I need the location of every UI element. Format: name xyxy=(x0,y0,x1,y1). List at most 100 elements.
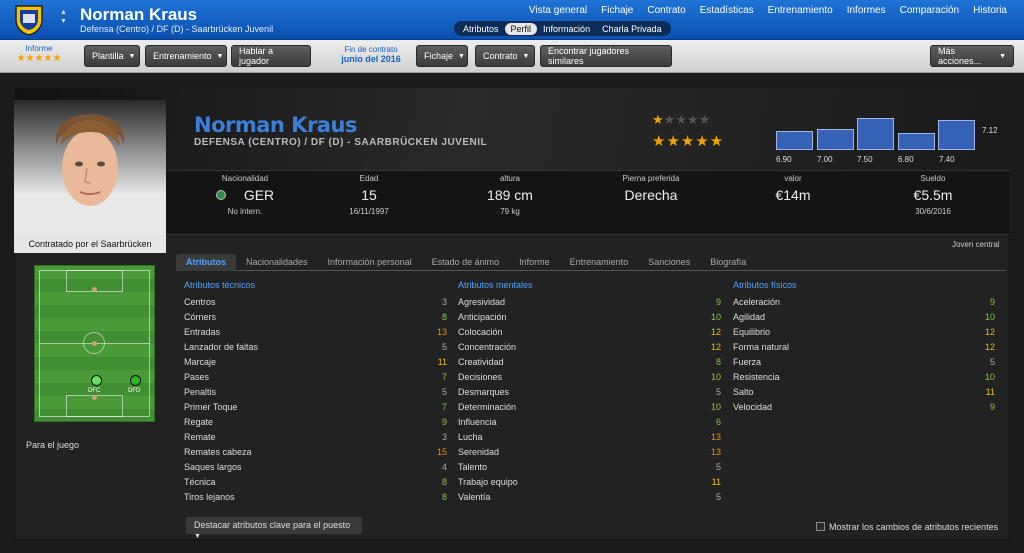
fichaje-button[interactable]: Fichaje ▼ xyxy=(416,45,468,67)
attribute-name: Trabajo equipo xyxy=(458,477,518,487)
attribute-row[interactable]: Influencia 6 xyxy=(458,415,721,430)
highlight-key-attributes-button[interactable]: Destacar atributos clave para el puesto … xyxy=(186,517,362,540)
attribute-value: 8 xyxy=(441,492,447,502)
entrenamiento-label: Entrenamiento xyxy=(153,51,212,61)
show-recent-changes-toggle[interactable]: Mostrar los cambios de atributos recient… xyxy=(816,522,998,532)
attribute-name: Técnica xyxy=(184,477,216,487)
attribute-row[interactable]: Anticipación 10 xyxy=(458,310,721,325)
attribute-value: 15 xyxy=(436,447,447,457)
attribute-row[interactable]: Lucha 13 xyxy=(458,430,721,445)
attribute-value: 3 xyxy=(441,432,447,442)
chevron-down-icon[interactable]: ▼ xyxy=(60,17,67,26)
attribute-row[interactable]: Lanzador de faltas 5 xyxy=(184,340,447,355)
tab-informacion-personal[interactable]: Información personal xyxy=(318,254,422,271)
attribute-row[interactable]: Regate 9 xyxy=(184,415,447,430)
encontrar-similares-button[interactable]: Encontrar jugadores similares xyxy=(540,45,672,67)
attribute-value: 11 xyxy=(711,477,721,487)
tab-nacionalidades[interactable]: Nacionalidades xyxy=(236,254,318,271)
nav-contrato[interactable]: Contrato xyxy=(640,5,692,16)
attribute-row[interactable]: Talento 5 xyxy=(458,460,721,475)
position-pitch: DFC DFD xyxy=(34,265,155,422)
attribute-value: 5 xyxy=(715,387,721,397)
nav-estadisticas[interactable]: Estadísticas xyxy=(693,5,761,16)
nav-comparacion[interactable]: Comparación xyxy=(893,5,966,16)
attribute-name: Fuerza xyxy=(733,357,762,367)
attribute-row[interactable]: Entradas 13 xyxy=(184,325,447,340)
subtab-perfil[interactable]: Perfil xyxy=(504,22,538,35)
attribute-row[interactable]: Agresividad 9 xyxy=(458,295,721,310)
entrenamiento-button[interactable]: Entrenamiento ▼ xyxy=(145,45,227,67)
nationality-value: GER xyxy=(210,187,280,203)
attribute-row[interactable]: Decisiones 10 xyxy=(458,370,721,385)
subtab-atributos[interactable]: Atributos xyxy=(457,23,505,35)
nav-informes[interactable]: Informes xyxy=(840,5,893,16)
nav-fichaje[interactable]: Fichaje xyxy=(594,5,640,16)
attribute-row[interactable]: Colocación 12 xyxy=(458,325,721,340)
attribute-row[interactable]: Remate 3 xyxy=(184,430,447,445)
attribute-row[interactable]: Remates cabeza 15 xyxy=(184,445,447,460)
attribute-row[interactable]: Fuerza 5 xyxy=(733,355,995,370)
attribute-row[interactable]: Tiros lejanos 8 xyxy=(184,490,447,505)
attribute-row[interactable]: Saques largos 4 xyxy=(184,460,447,475)
position-marker-dfc[interactable] xyxy=(91,375,102,386)
nationality-label: Nacionalidad xyxy=(221,174,269,183)
nav-historia[interactable]: Historia xyxy=(966,5,1014,16)
attribute-row[interactable]: Primer Toque 7 xyxy=(184,400,447,415)
attribute-row[interactable]: Desmarques 5 xyxy=(458,385,721,400)
nav-vista-general[interactable]: Vista general xyxy=(522,5,594,16)
position-label-dfd: DFD xyxy=(128,388,141,394)
subtab-charla-privada[interactable]: Charla Privada xyxy=(596,23,668,35)
attribute-row[interactable]: Valentía 5 xyxy=(458,490,721,505)
informe-widget[interactable]: Informe ★★★★★ xyxy=(8,44,70,64)
subtab-informacion[interactable]: Información xyxy=(537,23,596,35)
chevron-up-icon[interactable]: ▲ xyxy=(60,8,67,17)
attribute-row[interactable]: Córners 8 xyxy=(184,310,447,325)
attribute-row[interactable]: Pases 7 xyxy=(184,370,447,385)
attribute-name: Aceleración xyxy=(733,297,781,307)
tab-biografia[interactable]: Biografía xyxy=(700,254,756,271)
attribute-name: Colocación xyxy=(458,327,503,337)
contrato-button[interactable]: Contrato ▼ xyxy=(475,45,535,67)
nav-entrenamiento[interactable]: Entrenamiento xyxy=(761,5,840,16)
title-bar: ▲ ▼ Norman Kraus Defensa (Centro) / DF (D… xyxy=(0,0,1024,40)
attribute-row[interactable]: Penaltis 5 xyxy=(184,385,447,400)
attribute-row[interactable]: Marcaje 11 xyxy=(184,355,447,370)
rating-label: 6.80 xyxy=(898,155,914,164)
position-marker-dfd[interactable] xyxy=(130,375,141,386)
attribute-row[interactable]: Agilidad 10 xyxy=(733,310,995,325)
attribute-row[interactable]: Forma natural 12 xyxy=(733,340,995,355)
attribute-value: 10 xyxy=(710,372,721,382)
caret-down-icon: ▼ xyxy=(458,52,465,60)
navigation-arrows[interactable]: ▲ ▼ xyxy=(60,8,67,26)
attribute-row[interactable]: Aceleración 9 xyxy=(733,295,995,310)
attribute-row[interactable]: Serenidad 13 xyxy=(458,445,721,460)
attribute-row[interactable]: Técnica 8 xyxy=(184,475,447,490)
wage-label: Sueldo xyxy=(920,174,946,183)
attribute-row[interactable]: Centros 3 xyxy=(184,295,447,310)
tab-informe[interactable]: Informe xyxy=(509,254,560,271)
tab-sanciones[interactable]: Sanciones xyxy=(638,254,700,271)
attribute-row[interactable]: Determinación 10 xyxy=(458,400,721,415)
mas-acciones-button[interactable]: Más acciones... ▼ xyxy=(930,45,1014,67)
attribute-row[interactable]: Trabajo equipo 11 xyxy=(458,475,721,490)
checkbox[interactable] xyxy=(816,522,825,531)
stat-preferred-foot: Pierna preferida Derecha xyxy=(610,174,692,203)
toolbar: Informe ★★★★★ Plantilla ▼ Entrenamiento ▼ … xyxy=(0,40,1024,73)
attribute-name: Decisiones xyxy=(458,372,503,382)
tab-entrenamiento[interactable]: Entrenamiento xyxy=(560,254,639,271)
tab-atributos[interactable]: Atributos xyxy=(176,254,236,271)
player-position: DEFENSA (CENTRO) / DF (D) - SAARBRÜCKEN … xyxy=(194,137,488,148)
attribute-row[interactable]: Resistencia 10 xyxy=(733,370,995,385)
hablar-jugador-button[interactable]: Hablar a jugador xyxy=(231,45,311,67)
club-logo[interactable] xyxy=(12,3,46,37)
attribute-row[interactable]: Velocidad 9 xyxy=(733,400,995,415)
attribute-row[interactable]: Creatividad 8 xyxy=(458,355,721,370)
attribute-row[interactable]: Equilibrio 12 xyxy=(733,325,995,340)
highlight-key-attributes-label: Destacar atributos clave para el puesto xyxy=(194,520,351,530)
plantilla-button[interactable]: Plantilla ▼ xyxy=(84,45,140,67)
attribute-row[interactable]: Salto 11 xyxy=(733,385,995,400)
attribute-value: 5 xyxy=(715,492,721,502)
tab-estado-animo[interactable]: Estado de ánimo xyxy=(422,254,510,271)
attribute-row[interactable]: Concentración 12 xyxy=(458,340,721,355)
rating-bar xyxy=(897,133,935,150)
